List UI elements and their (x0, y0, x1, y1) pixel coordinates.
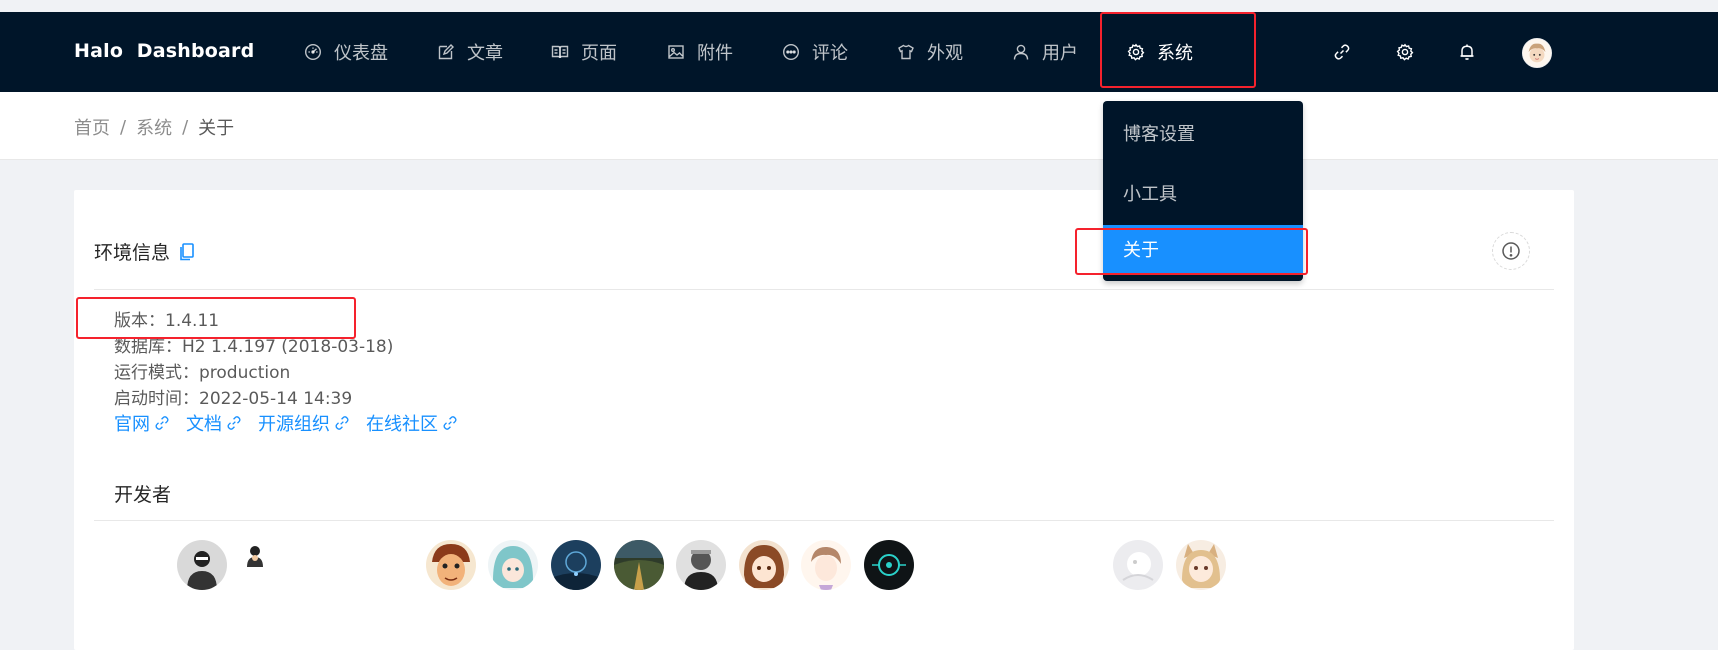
nav-item-system[interactable]: 系统 (1127, 12, 1193, 92)
nav-item-appearance[interactable]: 外观 (897, 12, 963, 92)
about-card: 环境信息 版本：1.4.11 数据库：H2 1.4.197 (2018-03-1… (74, 190, 1574, 650)
link-icon[interactable] (1330, 12, 1354, 92)
link-label: 官网 (114, 414, 150, 435)
info-circle-icon[interactable] (1492, 232, 1530, 270)
developers-title: 开发者 (114, 484, 172, 506)
link-label: 在线社区 (366, 414, 438, 435)
external-links: 官网 文档 开源组织 在线社区 (114, 410, 474, 436)
developer-avatar[interactable] (426, 540, 476, 590)
community-link[interactable]: 在线社区 (366, 410, 458, 436)
developer-avatar[interactable] (240, 540, 270, 570)
developer-avatar[interactable] (1176, 540, 1226, 590)
user-icon (1012, 43, 1030, 61)
developer-avatar[interactable] (801, 540, 851, 590)
docs-link[interactable]: 文档 (186, 410, 242, 436)
start-time-info: 启动时间：2022-05-14 14:39 (114, 389, 353, 409)
nav-item-label: 外观 (927, 43, 963, 64)
developer-avatar[interactable] (739, 540, 789, 590)
nav-item-label: 用户 (1042, 43, 1078, 64)
breadcrumb-bar: 首页 / 系统 / 关于 (0, 92, 1718, 160)
database-info: 数据库：H2 1.4.197 (2018-03-18) (114, 337, 394, 357)
link-label: 文档 (186, 414, 222, 435)
open-source-org-link[interactable]: 开源组织 (258, 410, 350, 436)
link-icon (443, 416, 457, 430)
breadcrumb-current: 关于 (198, 118, 235, 139)
read-icon (551, 43, 569, 61)
breadcrumb-separator: / (182, 116, 189, 138)
nav-item-dashboard[interactable]: 仪表盘 (304, 12, 388, 92)
version-info: 版本：1.4.11 (114, 311, 220, 331)
dropdown-item-about[interactable]: 关于 (1103, 225, 1303, 273)
nav-item-users[interactable]: 用户 (1012, 12, 1078, 92)
brand-logo-text[interactable]: Halo Dashboard (74, 40, 254, 62)
nav-item-label: 评论 (812, 43, 848, 64)
official-site-link[interactable]: 官网 (114, 410, 170, 436)
setting-icon (1127, 43, 1145, 61)
breadcrumb-separator: / (120, 116, 127, 138)
edit-icon (437, 43, 455, 61)
environment-info-title: 环境信息 (94, 242, 171, 264)
breadcrumb-home[interactable]: 首页 (74, 114, 110, 140)
breadcrumb-system[interactable]: 系统 (136, 114, 172, 140)
nav-item-comments[interactable]: 评论 (782, 12, 848, 92)
environment-info-list: 版本：1.4.11 数据库：H2 1.4.197 (2018-03-18) 运行… (114, 308, 393, 412)
developer-avatar[interactable] (614, 540, 664, 590)
divider (94, 520, 1554, 521)
nav-item-label: 仪表盘 (334, 43, 388, 64)
breadcrumb: 首页 / 系统 / 关于 (74, 114, 234, 140)
nav-item-pages[interactable]: 页面 (551, 12, 617, 92)
nav-item-label: 页面 (581, 43, 617, 64)
developer-avatar[interactable] (551, 540, 601, 590)
developer-avatar[interactable] (864, 540, 914, 590)
nav-item-label: 系统 (1157, 43, 1193, 64)
developer-avatar[interactable] (1113, 540, 1163, 590)
bell-icon[interactable] (1455, 12, 1479, 92)
link-label: 开源组织 (258, 414, 330, 435)
dashboard-icon (304, 43, 322, 61)
top-navbar: Halo Dashboard 仪表盘 文章 页面 附件 评论 外观 用户 系统 (0, 12, 1718, 92)
run-mode-info: 运行模式：production (114, 363, 291, 383)
message-icon (782, 43, 800, 61)
dropdown-item-widgets[interactable]: 小工具 (1103, 169, 1303, 217)
nav-item-label: 文章 (467, 43, 503, 64)
avatar[interactable] (1522, 38, 1552, 68)
nav-item-posts[interactable]: 文章 (437, 12, 503, 92)
picture-icon (667, 43, 685, 61)
developer-avatar[interactable] (940, 540, 964, 546)
link-icon (227, 416, 241, 430)
link-icon (335, 416, 349, 430)
dropdown-item-blog-settings[interactable]: 博客设置 (1103, 109, 1303, 157)
card-title: 环境信息 (94, 238, 196, 265)
developer-avatar[interactable] (177, 540, 227, 590)
developer-avatar[interactable] (488, 540, 538, 590)
developer-avatar[interactable] (676, 540, 726, 590)
link-icon (155, 416, 169, 430)
skin-icon (897, 43, 915, 61)
system-dropdown-menu: 博客设置 小工具 关于 (1103, 101, 1303, 281)
settings-gear-icon[interactable] (1393, 12, 1417, 92)
card-header (94, 190, 1554, 290)
nav-item-label: 附件 (697, 43, 733, 64)
nav-item-attachments[interactable]: 附件 (667, 12, 733, 92)
copy-icon[interactable] (178, 242, 196, 262)
